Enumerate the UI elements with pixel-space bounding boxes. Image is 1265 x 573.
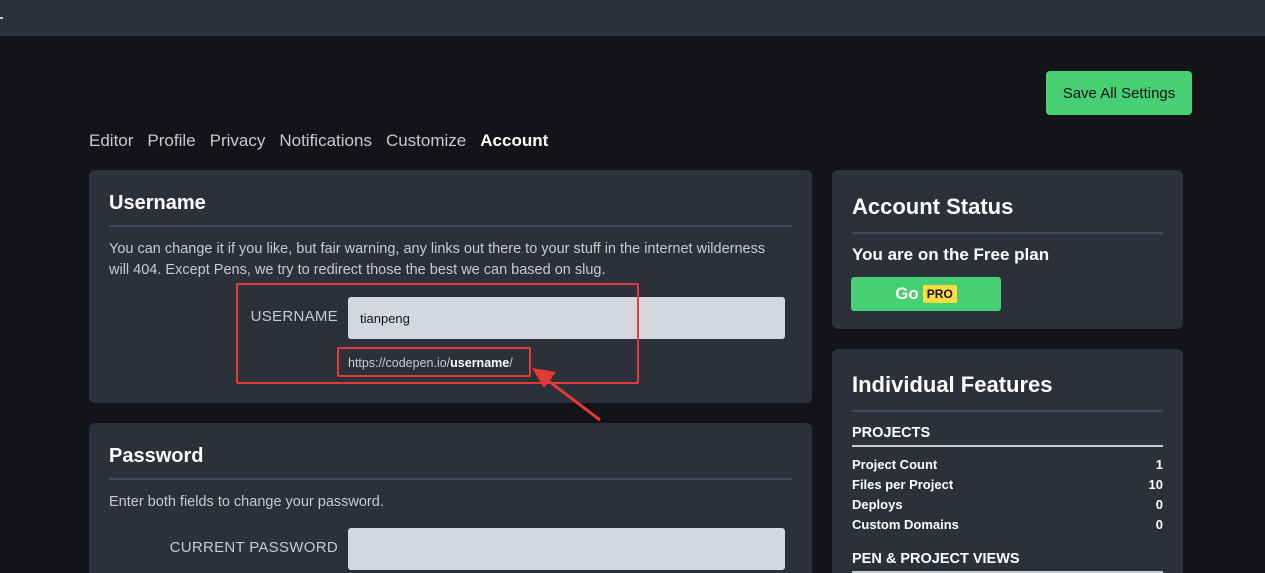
feature-value: 10 bbox=[1148, 477, 1163, 492]
feature-label: Files per Project bbox=[852, 477, 954, 492]
feature-label: Project Count bbox=[852, 457, 938, 472]
url-username: username bbox=[450, 356, 510, 370]
url-prefix: https://codepen.io/ bbox=[348, 356, 451, 370]
username-description: You can change it if you like, but fair … bbox=[109, 241, 766, 278]
feature-value: 0 bbox=[1155, 517, 1163, 532]
account-status-card: Account Status You are on the Free plan … bbox=[832, 170, 1183, 329]
tab-account[interactable]: Account bbox=[480, 130, 548, 152]
features-title: Individual Features bbox=[852, 372, 1053, 397]
account-status-rule bbox=[852, 232, 1163, 234]
feature-label: Custom Domains bbox=[852, 517, 959, 532]
tab-profile[interactable]: Profile bbox=[147, 130, 195, 152]
password-title: Password bbox=[109, 445, 204, 467]
feature-row: Custom Domains 0 bbox=[852, 517, 1163, 532]
feature-value: 1 bbox=[1155, 457, 1163, 472]
username-url-hint: https://codepen.io/username/ bbox=[348, 356, 513, 370]
settings-tabs: Editor Profile Privacy Notifications Cus… bbox=[89, 130, 548, 152]
individual-features-card: Individual Features PROJECTS Project Cou… bbox=[832, 349, 1183, 573]
menu-dot bbox=[0, 17, 3, 19]
top-bar bbox=[0, 0, 1265, 36]
password-description: Enter both fields to change your passwor… bbox=[109, 494, 384, 510]
account-status-title: Account Status bbox=[852, 194, 1014, 219]
go-label: Go bbox=[895, 284, 919, 303]
password-card: Password Enter both fields to change you… bbox=[89, 423, 812, 573]
current-password-input[interactable] bbox=[348, 528, 785, 570]
views-section-head: PEN & PROJECT VIEWS bbox=[852, 551, 1163, 573]
feature-row: Files per Project 10 bbox=[852, 477, 1163, 492]
feature-row: Deploys 0 bbox=[852, 497, 1163, 512]
tab-privacy[interactable]: Privacy bbox=[210, 130, 266, 152]
tab-notifications[interactable]: Notifications bbox=[279, 130, 372, 152]
feature-row: Project Count 1 bbox=[852, 457, 1163, 472]
tab-editor[interactable]: Editor bbox=[89, 130, 133, 152]
username-title: Username bbox=[109, 192, 206, 214]
tab-customize[interactable]: Customize bbox=[386, 130, 466, 152]
save-all-settings-button[interactable]: Save All Settings bbox=[1046, 71, 1192, 115]
go-pro-button[interactable]: Go PRO bbox=[851, 277, 1001, 311]
feature-value: 0 bbox=[1155, 497, 1163, 512]
username-input[interactable] bbox=[348, 297, 785, 339]
username-card: Username You can change it if you like, … bbox=[89, 170, 812, 403]
plan-text: You are on the Free plan bbox=[852, 245, 1050, 264]
pro-badge: PRO bbox=[922, 285, 957, 303]
username-label: USERNAME bbox=[250, 308, 338, 325]
projects-section-head: PROJECTS bbox=[852, 425, 1163, 447]
feature-label: Deploys bbox=[852, 497, 903, 512]
password-rule bbox=[109, 478, 792, 480]
username-rule bbox=[109, 225, 792, 227]
url-suffix: / bbox=[509, 356, 513, 370]
current-password-label: CURRENT PASSWORD bbox=[169, 539, 338, 556]
features-rule bbox=[852, 410, 1163, 412]
